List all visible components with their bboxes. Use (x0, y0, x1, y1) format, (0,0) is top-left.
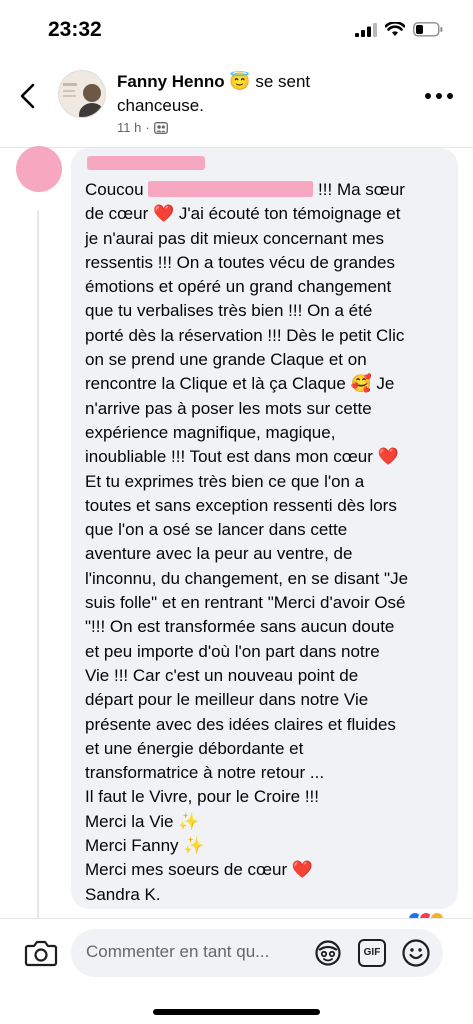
thread-line (37, 210, 39, 920)
author-photo-icon (59, 71, 105, 117)
avatar-sticker-button[interactable] (314, 939, 342, 967)
comment-text: Coucou !!! Ma sœur de cœur ❤️ J'ai écout… (85, 178, 444, 907)
post-meta: 11 h · (117, 120, 397, 135)
avatar-sticker-icon (315, 940, 341, 966)
gif-button[interactable]: GIF (358, 939, 386, 967)
meta-separator: · (145, 120, 150, 135)
commenter-name-redacted[interactable] (87, 156, 205, 170)
more-options-button[interactable] (425, 88, 453, 104)
comment-composer: Commenter en tant qu... GIF (0, 918, 473, 1024)
header-title: Fanny Henno 😇 se sent (117, 70, 397, 94)
more-dot-icon (447, 93, 453, 99)
comment-input[interactable]: Commenter en tant qu... GIF (71, 929, 443, 977)
activity-text: se sent (255, 72, 311, 91)
post-timestamp[interactable]: 11 h (117, 120, 141, 135)
wifi-icon (385, 22, 405, 36)
camera-icon (24, 940, 58, 967)
comment-text-after-redaction: !!! Ma sœur (313, 180, 405, 199)
activity-text-continued: chanceuse. (117, 96, 204, 115)
header-text: Fanny Henno 😇 se sent chanceuse. 11 h · (117, 70, 397, 135)
home-indicator (153, 1009, 320, 1015)
camera-button[interactable] (24, 937, 58, 969)
comment-text-body: de cœur ❤️ J'ai écouté ton témoignage et… (85, 204, 409, 904)
status-time: 23:32 (48, 18, 102, 41)
emoji-icon (402, 939, 430, 967)
status-bar: 23:32 (0, 0, 473, 60)
battery-icon (413, 22, 443, 37)
emoji-button[interactable] (401, 938, 431, 968)
chevron-left-icon (20, 83, 35, 109)
author-avatar[interactable] (58, 70, 106, 118)
redacted-name (148, 181, 314, 197)
commenter-avatar-redacted[interactable] (16, 146, 62, 192)
comment-text-intro: Coucou (85, 180, 149, 199)
author-name[interactable]: Fanny Henno (117, 72, 225, 91)
back-button[interactable] (14, 80, 42, 112)
author-emoji: 😇 (229, 72, 251, 91)
more-dot-icon (436, 93, 442, 99)
more-dot-icon (425, 93, 431, 99)
signal-icon (355, 22, 377, 37)
comment-bubble[interactable]: Coucou !!! Ma sœur de cœur ❤️ J'ai écout… (71, 148, 458, 909)
friends-icon (153, 121, 168, 134)
status-icons (355, 22, 443, 37)
post-header: Fanny Henno 😇 se sent chanceuse. 11 h · (0, 60, 473, 148)
comment-input-placeholder: Commenter en tant qu... (86, 942, 270, 961)
